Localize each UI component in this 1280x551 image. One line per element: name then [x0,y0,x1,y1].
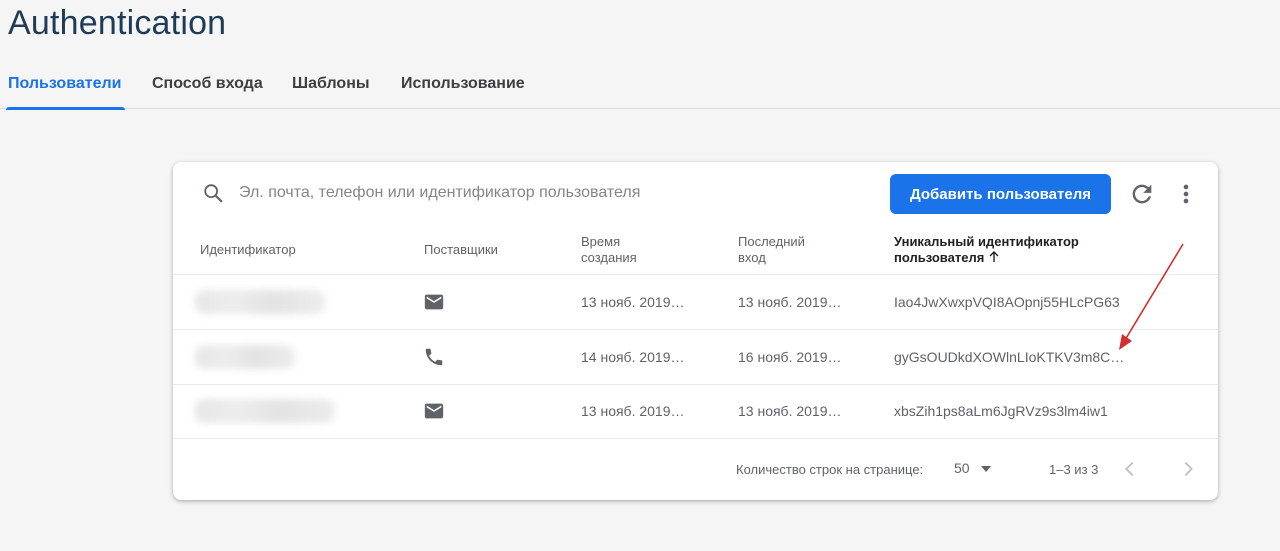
created-cell: 13 нояб. 2019… [581,403,685,419]
row-divider [173,438,1218,439]
table-row[interactable]: 13 нояб. 2019… 13 нояб. 2019… Iao4JwXwxp… [173,275,1218,329]
chevron-left-icon[interactable] [1119,458,1141,480]
tab-sign-in-method[interactable]: Способ входа [152,58,263,109]
chevron-down-icon[interactable] [979,464,993,474]
refresh-icon[interactable] [1128,180,1156,208]
page-title: Authentication [8,4,227,42]
header-last-login[interactable]: Последний вход [738,234,805,266]
more-vert-icon[interactable] [1172,180,1200,208]
tab-usage[interactable]: Использование [401,58,525,109]
table-row[interactable]: 14 нояб. 2019… 16 нояб. 2019… gyGsOUDkdX… [173,330,1218,384]
uid-cell: Iao4JwXwxpVQI8AOpnj55HLcPG63 [894,294,1120,310]
users-card: Добавить пользователя Идентификатор Пост… [173,162,1218,500]
last-login-cell: 16 нояб. 2019… [738,349,842,365]
created-cell: 14 нояб. 2019… [581,349,685,365]
table-row[interactable]: 13 нояб. 2019… 13 нояб. 2019… xbsZih1ps8… [173,384,1218,438]
created-cell: 13 нояб. 2019… [581,294,685,310]
identifier-redacted [195,399,335,423]
header-uid-line1: Уникальный идентификатор [894,234,1079,249]
rows-per-page-select[interactable]: 50 [954,460,970,476]
header-uid-line2: пользователя [894,250,985,265]
uid-cell: gyGsOUDkdXOWlnLIoKTKV3m8C… [894,349,1125,365]
header-last-login-line1: Последний [738,234,805,249]
header-created-line2: создания [581,250,637,265]
header-providers[interactable]: Поставщики [424,242,498,258]
last-login-cell: 13 нояб. 2019… [738,403,842,419]
identifier-redacted [195,345,295,369]
email-icon [424,403,444,419]
chevron-right-icon[interactable] [1177,458,1199,480]
sort-ascending-icon [989,251,999,262]
uid-cell: xbsZih1ps8aLm6JgRVz9s3lm4iw1 [894,403,1108,419]
tab-templates[interactable]: Шаблоны [292,58,370,109]
rows-per-page-label: Количество строк на странице: [736,462,924,477]
header-created-line1: Время [581,234,621,249]
identifier-redacted [195,290,325,314]
tab-users[interactable]: Пользователи [5,58,126,110]
add-user-button[interactable]: Добавить пользователя [890,174,1111,214]
header-created[interactable]: Время создания [581,234,637,266]
phone-icon [425,348,443,366]
last-login-cell: 13 нояб. 2019… [738,294,842,310]
email-icon [424,294,444,310]
search-icon [204,184,223,203]
header-last-login-line2: вход [738,250,766,265]
header-uid[interactable]: Уникальный идентификатор пользователя [894,234,1079,266]
pagination-range: 1–3 из 3 [1049,462,1099,477]
header-identifier[interactable]: Идентификатор [200,242,296,258]
tab-bar: Пользователи Способ входа Шаблоны Исполь… [0,58,1280,110]
search-input[interactable] [239,180,799,206]
